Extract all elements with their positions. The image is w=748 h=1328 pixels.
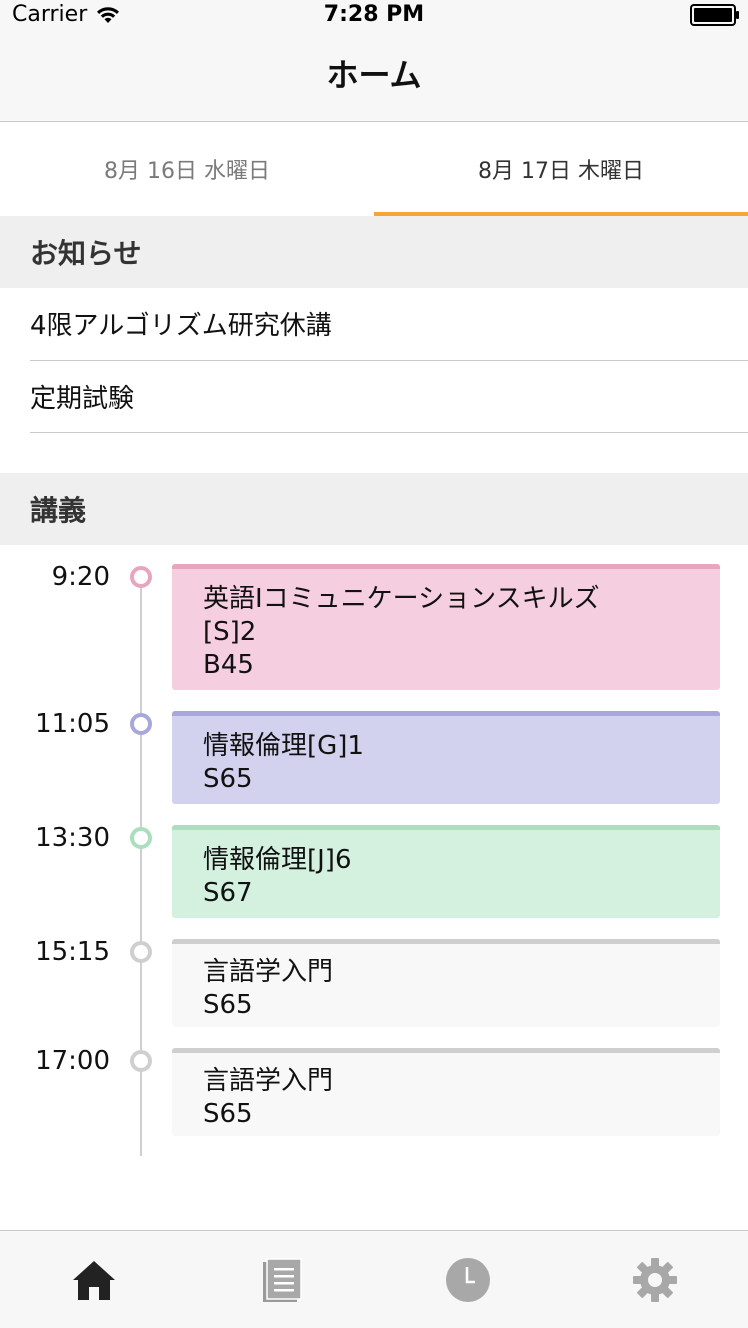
lecture-class: [S]2 [203,617,257,647]
lecture-room: S67 [203,878,253,908]
lecture-room: S65 [203,1099,253,1129]
tab-settings[interactable] [561,1231,748,1328]
timeline-dot [130,713,152,735]
lecture-time: 13:30 [35,823,110,853]
timeline-dot [130,827,152,849]
lecture-title: 情報倫理[J]6 [203,845,352,875]
lectures-header: 講義 [0,473,748,545]
tab-home[interactable] [0,1231,187,1328]
lecture-time: 11:05 [35,709,110,739]
lecture-room: S65 [203,764,253,794]
notice-item[interactable]: 4限アルゴリズム研究休講 [30,287,748,361]
notices-header: お知らせ [0,216,748,288]
page-title: ホーム [326,56,422,94]
lecture-card[interactable]: 言語学入門 S65 [172,1048,720,1136]
battery-icon [690,4,739,26]
lecture-time: 17:00 [35,1046,110,1076]
lecture-card[interactable]: 言語学入門 S65 [172,939,720,1027]
gear-icon [632,1258,677,1302]
tab-documents[interactable] [187,1231,374,1328]
lecture-room: S65 [203,990,253,1020]
tab-date-previous[interactable]: 8月 16日 水曜日 [0,122,374,216]
lecture-time: 15:15 [35,937,110,967]
status-bar: Carrier 7:28 PM [0,0,748,32]
lecture-room: B45 [203,650,254,680]
document-icon [262,1258,302,1302]
date-tabs: 8月 16日 水曜日 8月 17日 木曜日 [0,122,748,216]
lecture-title: 英語Iコミュニケーションスキルズ [203,584,600,614]
tab-schedule[interactable] [374,1231,561,1328]
status-time: 7:28 PM [323,2,425,27]
lecture-title: 言語学入門 [203,1066,334,1096]
lecture-time: 9:20 [51,562,110,592]
lecture-card[interactable]: 英語Iコミュニケーションスキルズ [S]2 B45 [172,564,720,690]
lecture-title: 言語学入門 [203,957,334,987]
tab-date-current[interactable]: 8月 17日 木曜日 [374,122,748,216]
navigation-bar: Carrier 7:28 PM ホーム [0,0,748,122]
lecture-card[interactable]: 情報倫理[G]1 S65 [172,711,720,804]
clock-icon [445,1258,490,1302]
lecture-card[interactable]: 情報倫理[J]6 S67 [172,825,720,918]
timeline-dot [130,1050,152,1072]
notice-item[interactable]: 定期試験 [30,361,748,433]
timeline-dot [130,566,152,588]
timeline-dot [130,941,152,963]
lecture-title: 情報倫理[G]1 [203,731,364,761]
home-icon [72,1261,115,1300]
tab-bar [0,1230,748,1328]
